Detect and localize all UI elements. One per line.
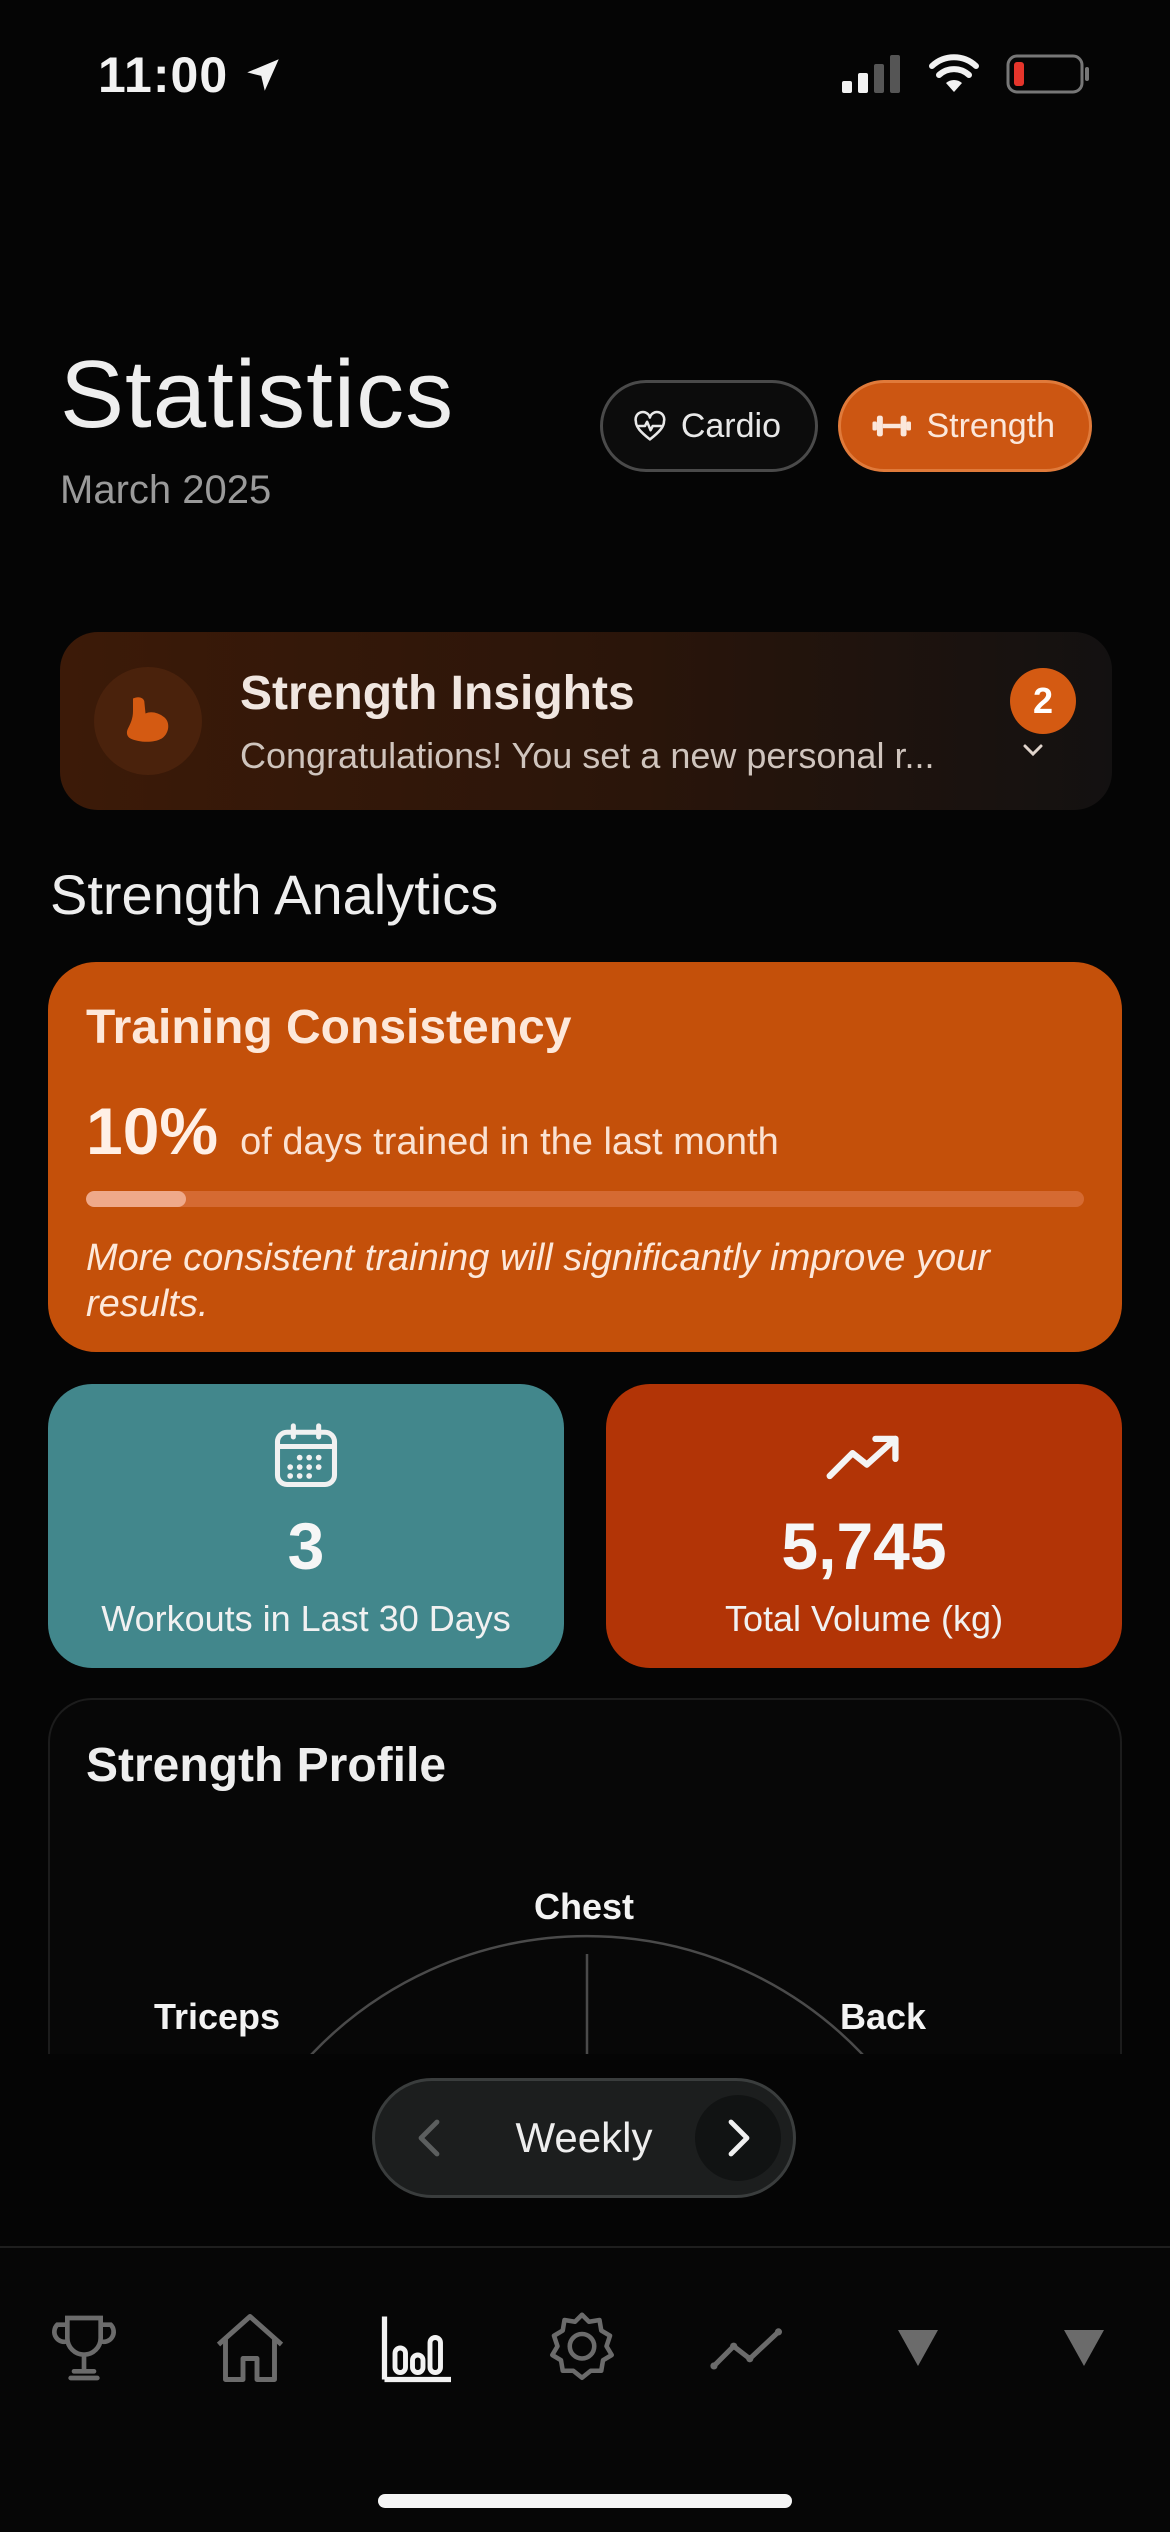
calendar-icon: [274, 1423, 338, 1488]
volume-stat-card: 5,745 Total Volume (kg): [606, 1384, 1122, 1668]
radar-axis-triceps: Triceps: [154, 1996, 281, 2037]
bottom-tab-bar: [0, 2246, 1170, 2532]
consistency-label: of days trained in the last month: [240, 1121, 779, 1163]
insights-avatar: [94, 667, 202, 775]
trophy-icon: [52, 2315, 116, 2381]
chevron-down-icon: [1023, 744, 1043, 757]
tab-achievements[interactable]: [34, 2298, 134, 2398]
workouts-label: Workouts in Last 30 Days: [101, 1598, 511, 1639]
strength-insights-banner[interactable]: Strength Insights Congratulations! You s…: [60, 632, 1112, 810]
radar-axis-chest: Chest: [534, 1886, 635, 1927]
tab-more-1[interactable]: [868, 2298, 968, 2398]
section-title: Strength Analytics: [50, 863, 499, 926]
strength-mode-button[interactable]: Strength: [838, 380, 1092, 472]
tab-statistics[interactable]: [366, 2298, 466, 2398]
period-label: Weekly: [515, 2114, 653, 2161]
page-subtitle: March 2025: [60, 468, 272, 512]
workouts-count: 3: [287, 1509, 325, 1583]
page-title: Statistics: [60, 341, 455, 448]
location-arrow-icon: [247, 59, 279, 91]
total-volume-label: Total Volume (kg): [724, 1598, 1004, 1639]
tab-progress[interactable]: [698, 2298, 798, 2398]
strength-profile-title: Strength Profile: [86, 1739, 447, 1792]
chevron-right-icon: [728, 2119, 750, 2157]
mode-toggle: Cardio Strength: [600, 380, 1092, 472]
status-bar: 11:00: [0, 0, 1170, 150]
insights-title: Strength Insights: [240, 666, 635, 720]
cardio-mode-button[interactable]: Cardio: [600, 380, 818, 472]
period-selector: Weekly: [372, 2078, 796, 2198]
battery-icon: [1006, 54, 1089, 94]
cellular-signal-icon: [842, 55, 900, 93]
heart-pulse-icon: [634, 410, 666, 441]
tab-more-2[interactable]: [1034, 2298, 1134, 2398]
home-icon: [216, 2314, 284, 2382]
insights-message: Congratulations! You set a new personal …: [240, 734, 935, 776]
training-consistency-card: Training Consistency 10% of days trained…: [48, 962, 1122, 1352]
wifi-icon: [929, 54, 979, 92]
trend-line-icon: [710, 2328, 783, 2370]
status-time: 11:00: [98, 46, 284, 104]
insights-count-badge: 2: [1010, 668, 1076, 734]
strength-mode-label: Strength: [926, 406, 1055, 445]
consistency-title: Training Consistency: [86, 1001, 572, 1054]
radar-axis-back: Back: [840, 1996, 927, 2037]
next-period-button[interactable]: [695, 2095, 781, 2181]
total-volume-value: 5,745: [781, 1509, 947, 1583]
trending-up-icon: [826, 1435, 899, 1480]
consistency-percent: 10%: [86, 1094, 219, 1168]
previous-period-button[interactable]: [387, 2095, 473, 2181]
consistency-progress-bar: [86, 1191, 1084, 1207]
consistency-note: More consistent training will significan…: [86, 1237, 990, 1325]
tab-home[interactable]: [200, 2298, 300, 2398]
chevron-left-icon: [418, 2119, 440, 2157]
home-indicator[interactable]: [378, 2494, 792, 2508]
flexed-bicep-icon: [126, 697, 169, 742]
triangle-down-icon: [898, 2330, 938, 2366]
cardio-mode-label: Cardio: [680, 406, 781, 445]
dumbbell-icon: [872, 415, 911, 437]
gear-icon: [549, 2312, 615, 2381]
triangle-down-icon: [1064, 2330, 1104, 2366]
status-time-text: 11:00: [98, 47, 229, 103]
strength-profile-card: Strength Profile Chest Triceps Back: [48, 1698, 1122, 2054]
tab-settings[interactable]: [532, 2298, 632, 2398]
consistency-progress-fill: [86, 1191, 186, 1207]
workouts-stat-card: 3 Workouts in Last 30 Days: [48, 1384, 564, 1668]
bar-chart-icon: [381, 2316, 451, 2383]
